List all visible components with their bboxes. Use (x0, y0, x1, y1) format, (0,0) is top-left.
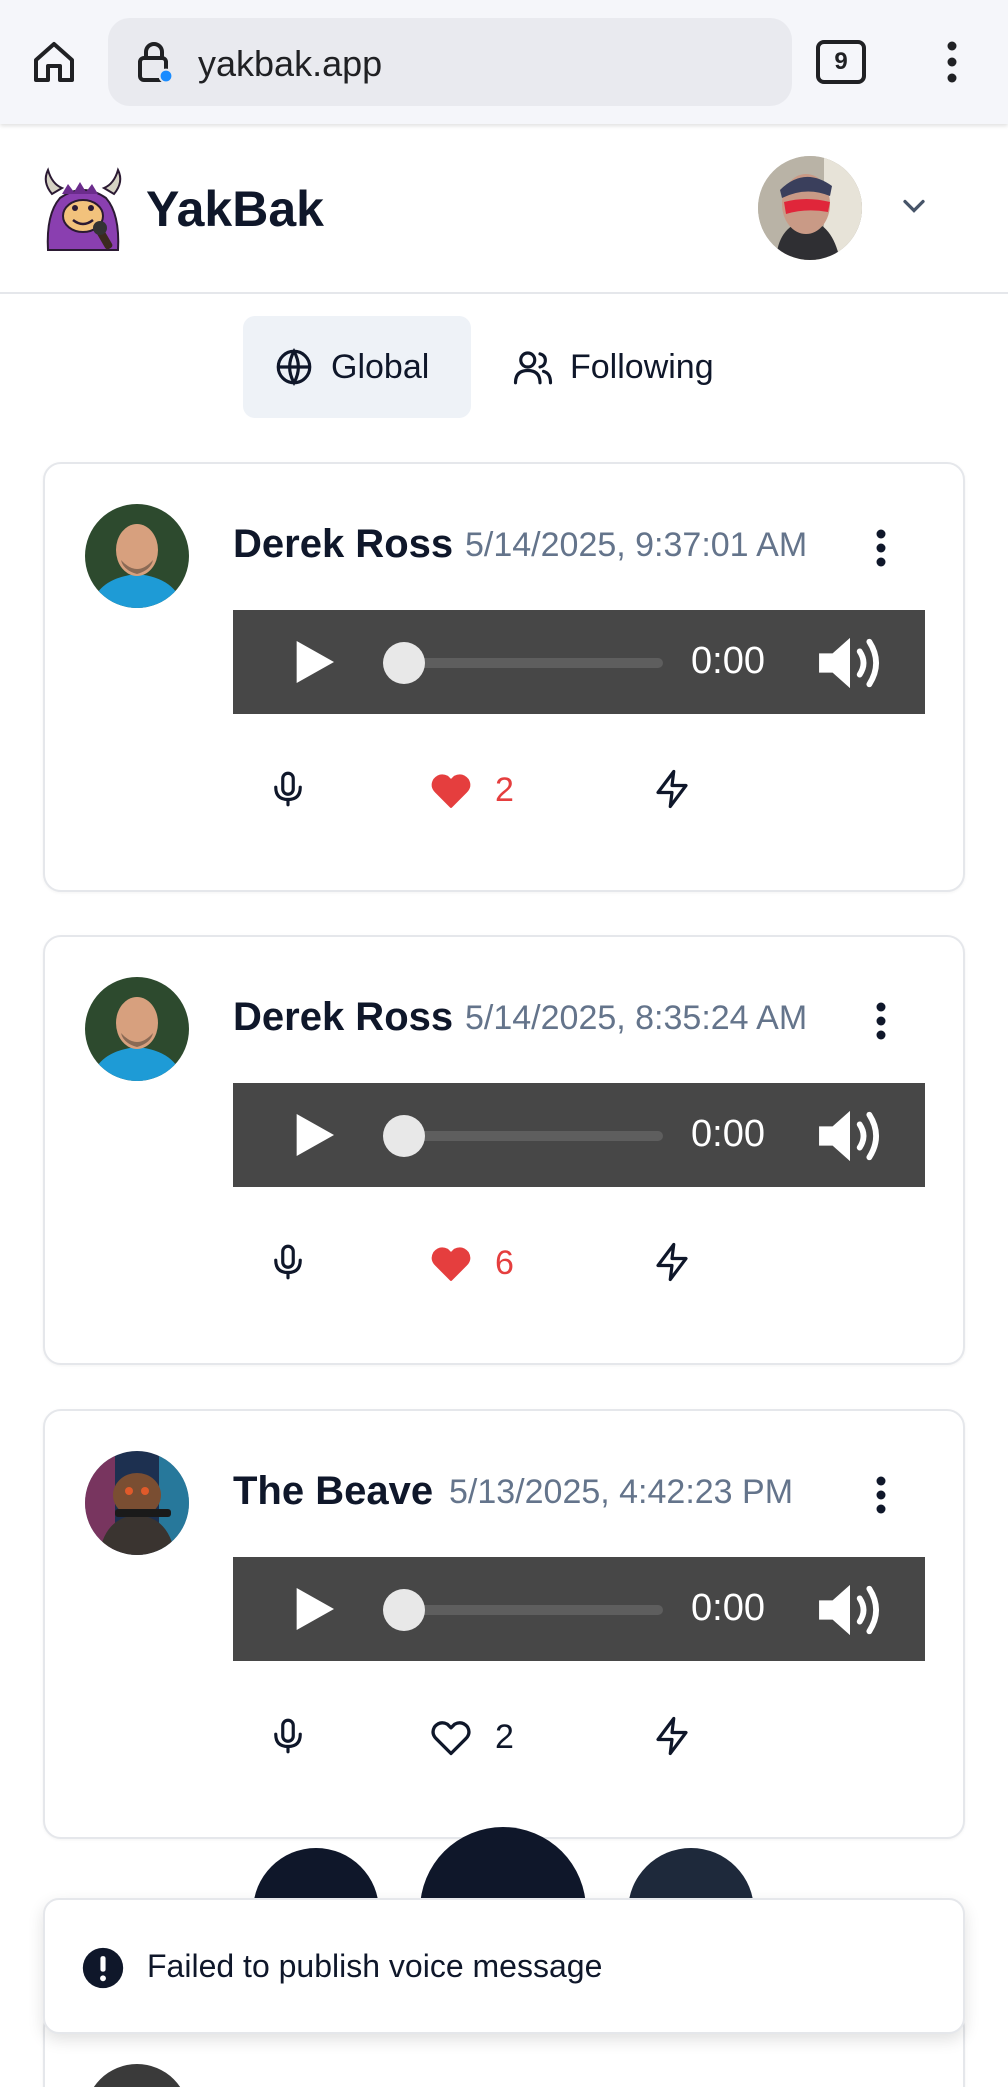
avatar[interactable] (85, 977, 189, 1081)
like-count: 6 (495, 1243, 514, 1282)
post-card: Derek Ross 5/14/2025, 9:37:01 AM 0:00 2 (43, 462, 965, 892)
lock-icon (138, 42, 174, 84)
tab-following[interactable]: Following (500, 316, 760, 418)
more-vert-icon (876, 1002, 886, 1040)
zap-icon (656, 1716, 688, 1756)
post-author[interactable]: Derek Ross (233, 522, 453, 567)
zap-icon (656, 1242, 688, 1282)
volume-icon[interactable] (815, 634, 885, 692)
zap-button[interactable] (651, 768, 693, 810)
post-actions: 2 (45, 1701, 967, 1781)
post-actions: 2 (45, 754, 967, 834)
user-avatar-image (758, 156, 862, 260)
post-timestamp: 5/13/2025, 4:42:23 PM (449, 1473, 794, 1511)
tab-global[interactable]: Global (243, 316, 471, 418)
seek-thumb[interactable] (383, 642, 425, 684)
chevron-down-icon[interactable] (896, 188, 932, 224)
heart-icon (431, 774, 471, 808)
alert-icon (82, 1947, 124, 1989)
mic-icon (274, 1244, 302, 1280)
play-icon[interactable] (285, 1107, 341, 1163)
mic-icon (274, 1718, 302, 1754)
browser-toolbar: yakbak.app 9 (0, 0, 1008, 124)
post-author[interactable]: Derek Ross (233, 995, 453, 1040)
post-menu-button[interactable] (871, 526, 891, 570)
like-button[interactable]: 6 (429, 1241, 514, 1285)
app-header: YakBak (0, 124, 1008, 294)
post-menu-button[interactable] (871, 999, 891, 1043)
avatar[interactable] (85, 1451, 189, 1555)
more-vert-icon (876, 1476, 886, 1514)
audio-player: 0:00 (233, 1557, 925, 1661)
heart-icon (431, 1721, 471, 1756)
toast-message: Failed to publish voice message (147, 1948, 603, 1984)
yak-logo[interactable] (38, 164, 128, 254)
audio-player: 0:00 (233, 1083, 925, 1187)
playback-time: 0:00 (691, 640, 765, 682)
address-bar[interactable]: yakbak.app (108, 18, 792, 106)
reply-button[interactable] (267, 1715, 309, 1757)
seek-bar[interactable] (383, 1131, 663, 1141)
like-button[interactable]: 2 (429, 768, 514, 812)
users-icon (513, 351, 553, 385)
home-button[interactable] (26, 34, 82, 90)
browser-menu-button[interactable] (932, 36, 972, 88)
app-brand[interactable]: YakBak (146, 180, 324, 238)
author-avatar-image (85, 977, 189, 1081)
heart-icon (431, 1247, 471, 1281)
reply-button[interactable] (267, 768, 309, 810)
post-timestamp: 5/14/2025, 9:37:01 AM (465, 526, 808, 564)
post-menu-button[interactable] (871, 1473, 891, 1517)
play-icon[interactable] (285, 634, 341, 690)
post-card: The Beave 5/13/2025, 4:42:23 PM 0:00 2 (43, 1409, 965, 1839)
playback-time: 0:00 (691, 1113, 765, 1155)
zap-button[interactable] (651, 1715, 693, 1757)
error-toast: Failed to publish voice message (43, 1898, 965, 2034)
post-actions: 6 (45, 1227, 967, 1307)
like-count: 2 (495, 1717, 514, 1756)
zap-button[interactable] (651, 1241, 693, 1283)
volume-icon[interactable] (815, 1107, 885, 1165)
playback-time: 0:00 (691, 1587, 765, 1629)
url-text: yakbak.app (198, 43, 383, 84)
mic-icon (274, 771, 302, 807)
like-button[interactable]: 2 (429, 1715, 514, 1759)
tab-following-label: Following (570, 347, 714, 386)
avatar[interactable] (85, 2064, 189, 2087)
home-icon (34, 42, 74, 82)
seek-thumb[interactable] (383, 1589, 425, 1631)
seek-thumb[interactable] (383, 1115, 425, 1157)
seek-bar[interactable] (383, 658, 663, 668)
reply-button[interactable] (267, 1241, 309, 1283)
post-card: Derek Ross 5/14/2025, 8:35:24 AM 0:00 6 (43, 935, 965, 1365)
globe-icon (276, 348, 312, 386)
author-avatar-image (85, 504, 189, 608)
tab-switcher-button[interactable]: 9 (816, 40, 866, 84)
post-timestamp: 5/14/2025, 8:35:24 AM (465, 999, 808, 1037)
author-avatar-image (85, 1451, 189, 1555)
avatar[interactable] (85, 504, 189, 608)
post-author[interactable]: The Beave (233, 1469, 433, 1514)
more-vert-icon (876, 529, 886, 567)
zap-icon (656, 769, 688, 809)
volume-icon[interactable] (815, 1581, 885, 1639)
feed-tabs: Global Following (0, 314, 1008, 420)
play-icon[interactable] (285, 1581, 341, 1637)
user-avatar[interactable] (758, 156, 862, 260)
more-vert-icon (947, 41, 957, 83)
like-count: 2 (495, 770, 514, 809)
tab-global-label: Global (331, 347, 430, 386)
audio-player: 0:00 (233, 610, 925, 714)
seek-bar[interactable] (383, 1605, 663, 1615)
